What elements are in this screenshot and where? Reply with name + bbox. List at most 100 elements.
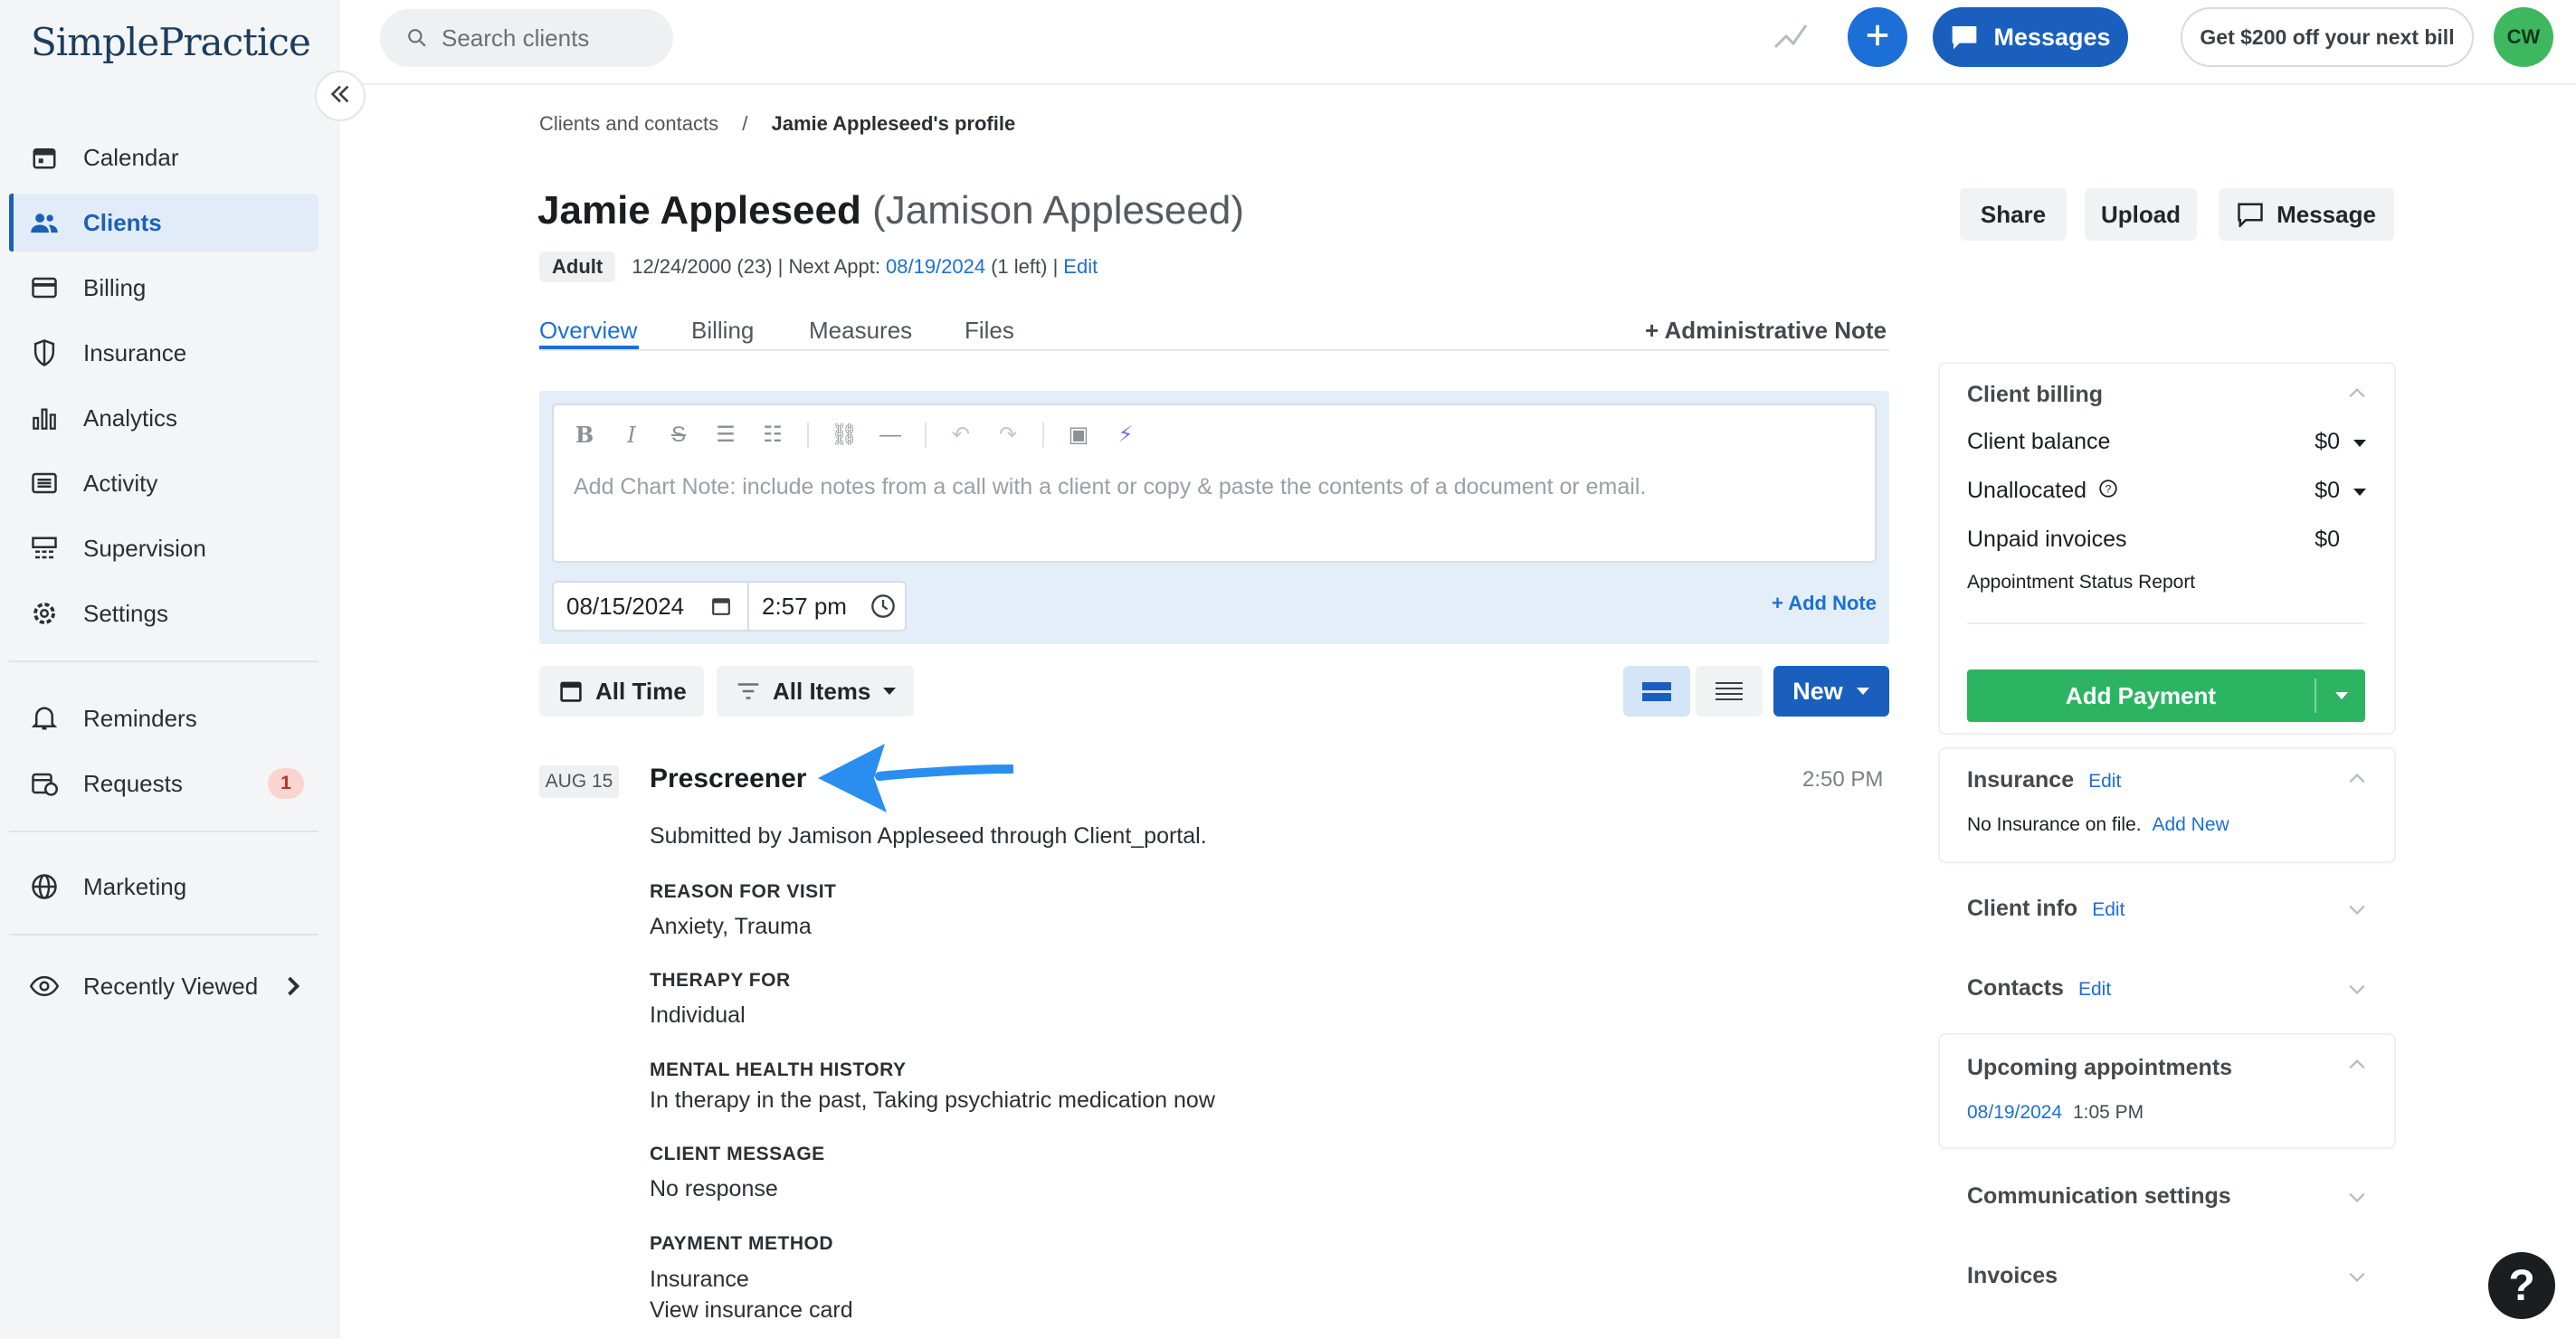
app-logo[interactable]: SimplePractice [31,20,311,64]
chevron-down-icon[interactable] [2347,899,2367,919]
upcoming-appointments-panel: Upcoming appointments 08/19/2024 1:05 PM [1940,1035,2394,1147]
add-new-button[interactable] [1848,7,1907,67]
sidebar-item-insurance[interactable]: Insurance [9,324,318,382]
italic-icon[interactable]: I [619,423,644,448]
insurance-title[interactable]: Insurance Edit [1967,767,2121,793]
card-view-toggle[interactable] [1623,666,1690,717]
chevron-down-icon[interactable] [2347,979,2367,999]
entry-title[interactable]: Prescreener [650,764,806,794]
client-billing-title[interactable]: Client billing [1967,382,2103,408]
unallocated-value[interactable]: $0 [2315,478,2340,504]
sidebar-item-label: Analytics [83,404,178,432]
sidebar-item-clients[interactable]: Clients [9,194,318,252]
help-button[interactable]: ? [2488,1252,2555,1319]
client-info-title: Client info [1967,896,2078,921]
upcoming-appt-date[interactable]: 08/19/2024 [1967,1102,2062,1123]
administrative-note-button[interactable]: + Administrative Note [1645,317,1887,345]
items-filter-button[interactable]: All Items [717,666,914,717]
plus-icon [1865,23,1890,52]
upcoming-appointments-title[interactable]: Upcoming appointments [1967,1055,2232,1081]
chart-note-editor[interactable]: B I S ☰ ☷ ⛓ — ↶ ↷ ▣ ⚡ Add Chart Note: in… [552,404,1877,563]
view-insurance-card-link[interactable]: View insurance card [650,1297,853,1324]
items-filter-label: All Items [773,677,871,705]
sidebar-item-supervision[interactable]: Supervision [9,519,318,577]
search-input[interactable]: Search clients [380,9,673,67]
client-info-section[interactable]: Client info Edit [1967,896,2124,922]
breadcrumb-parent[interactable]: Clients and contacts [539,112,718,135]
chevron-up-icon[interactable] [2347,769,2367,789]
requests-icon [29,768,60,799]
client-age-tag: Adult [539,252,616,282]
time-filter-button[interactable]: All Time [539,666,704,717]
strikethrough-icon[interactable]: S [666,423,691,448]
appointment-status-report-link[interactable]: Appointment Status Report [1967,572,2195,594]
bullet-list-icon[interactable]: ☰ [713,422,738,448]
undo-icon[interactable]: ↶ [948,422,974,448]
horizontal-rule-icon[interactable]: — [878,423,903,448]
sidebar-item-recently-viewed[interactable]: Recently Viewed [9,957,318,1015]
insurance-panel: Insurance Edit No Insurance on file. Add … [1940,749,2394,861]
sidebar-item-label: Settings [83,599,168,627]
next-appt-link[interactable]: 08/19/2024 [886,255,985,279]
client-info-edit-link[interactable]: Edit [2092,899,2124,920]
sidebar-item-label: Billing [83,273,147,301]
add-note-button[interactable]: + Add Note [1772,592,1877,615]
chevron-up-icon[interactable] [2347,384,2367,404]
chevron-up-icon[interactable] [2347,1055,2367,1075]
insurance-edit-link[interactable]: Edit [2088,771,2121,792]
sidebar-item-analytics[interactable]: Analytics [9,389,318,447]
bold-icon[interactable]: B [572,422,597,448]
client-balance-value[interactable]: $0 [2315,429,2340,455]
caret-down-icon[interactable] [2334,691,2349,700]
sidebar-item-marketing[interactable]: Marketing [9,858,318,916]
note-date-input[interactable]: 08/15/2024 [566,593,711,621]
unallocated-label: Unallocated ? [1967,478,2118,505]
add-insurance-link[interactable]: Add New [2152,814,2229,835]
ai-lightning-icon[interactable]: ⚡ [1113,422,1138,448]
tab-overview[interactable]: Overview [539,317,637,345]
shield-icon [29,337,60,368]
tab-billing[interactable]: Billing [691,317,754,345]
calendar-small-icon[interactable] [711,596,731,616]
contacts-section[interactable]: Contacts Edit [1967,975,2111,1002]
communication-settings-section[interactable]: Communication settings [1967,1183,2231,1210]
add-payment-button[interactable]: Add Payment [1967,670,2365,722]
template-icon[interactable]: ▣ [1066,422,1091,448]
caret-down-icon[interactable] [2353,436,2367,452]
message-button[interactable]: Message [2219,188,2394,241]
tab-measures[interactable]: Measures [809,317,912,345]
edit-client-link[interactable]: Edit [1063,255,1098,279]
tab-files[interactable]: Files [965,317,1014,345]
caret-down-icon[interactable] [2353,485,2367,501]
sidebar-item-calendar[interactable]: Calendar [9,128,318,186]
upcoming-appointment-row[interactable]: 08/19/2024 1:05 PM [1967,1102,2143,1124]
calendar-icon [29,142,60,173]
collapse-sidebar-button[interactable] [315,71,366,121]
sidebar-item-activity[interactable]: Activity [9,454,318,512]
avatar[interactable]: CW [2494,7,2553,67]
list-view-toggle[interactable] [1696,666,1763,717]
sidebar-item-billing[interactable]: Billing [9,259,318,317]
activity-icon [29,468,60,499]
help-circle-icon[interactable]: ? [2098,479,2118,505]
chevron-down-icon[interactable] [2347,1187,2367,1207]
contacts-edit-link[interactable]: Edit [2078,979,2111,1000]
messages-button[interactable]: Messages [1933,7,2128,67]
note-time-input[interactable]: 2:57 pm [762,593,870,621]
sidebar-item-settings[interactable]: Settings [9,584,318,642]
search-icon [407,28,427,48]
new-item-button[interactable]: New [1773,666,1889,717]
promo-button[interactable]: Get $200 off your next bill [2181,7,2474,67]
redo-icon[interactable]: ↷ [995,422,1021,448]
chevron-down-icon[interactable] [2347,1267,2367,1287]
clock-icon[interactable] [870,594,896,619]
link-icon[interactable]: ⛓ [831,422,858,448]
numbered-list-icon[interactable]: ☷ [760,422,785,448]
upload-button[interactable]: Upload [2085,188,2197,241]
sidebar-item-requests[interactable]: Requests 1 [9,755,318,812]
share-button[interactable]: Share [1960,188,2067,241]
sidebar-item-reminders[interactable]: Reminders [9,689,318,747]
trend-icon[interactable] [1773,22,1808,55]
invoices-section[interactable]: Invoices [1967,1263,2058,1289]
upcoming-appt-time: 1:05 PM [2072,1102,2144,1123]
